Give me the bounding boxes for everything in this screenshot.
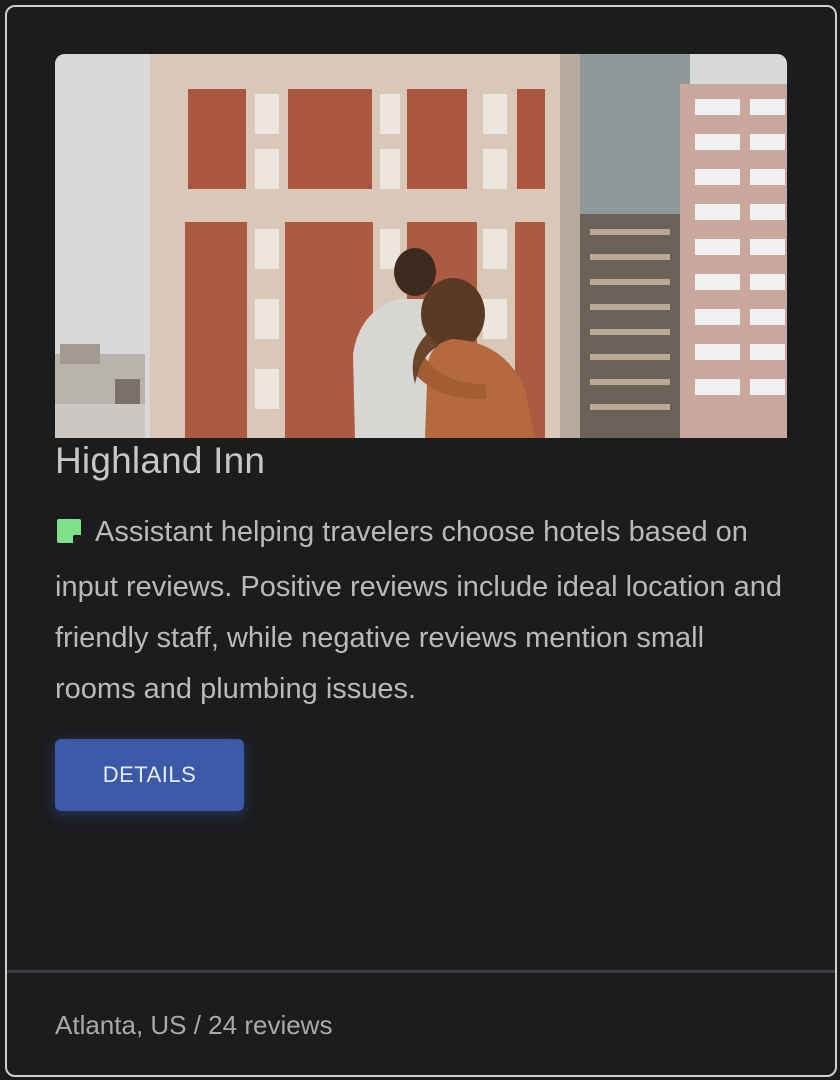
details-button[interactable]: DETAILS xyxy=(55,739,244,811)
hotel-photo xyxy=(55,54,787,438)
hotel-card: Highland Inn Assistant helping travelers… xyxy=(5,5,837,1077)
description-text: Assistant helping travelers choose hotel… xyxy=(55,516,782,705)
footer-divider xyxy=(7,970,835,973)
hotel-title: Highland Inn xyxy=(55,440,266,481)
location-reviews-footer: Atlanta, US / 24 reviews xyxy=(55,1010,333,1040)
hotel-description: Assistant helping travelers choose hotel… xyxy=(55,507,790,715)
rooftop-couple-image xyxy=(55,54,787,438)
sticky-note-icon xyxy=(55,511,83,562)
